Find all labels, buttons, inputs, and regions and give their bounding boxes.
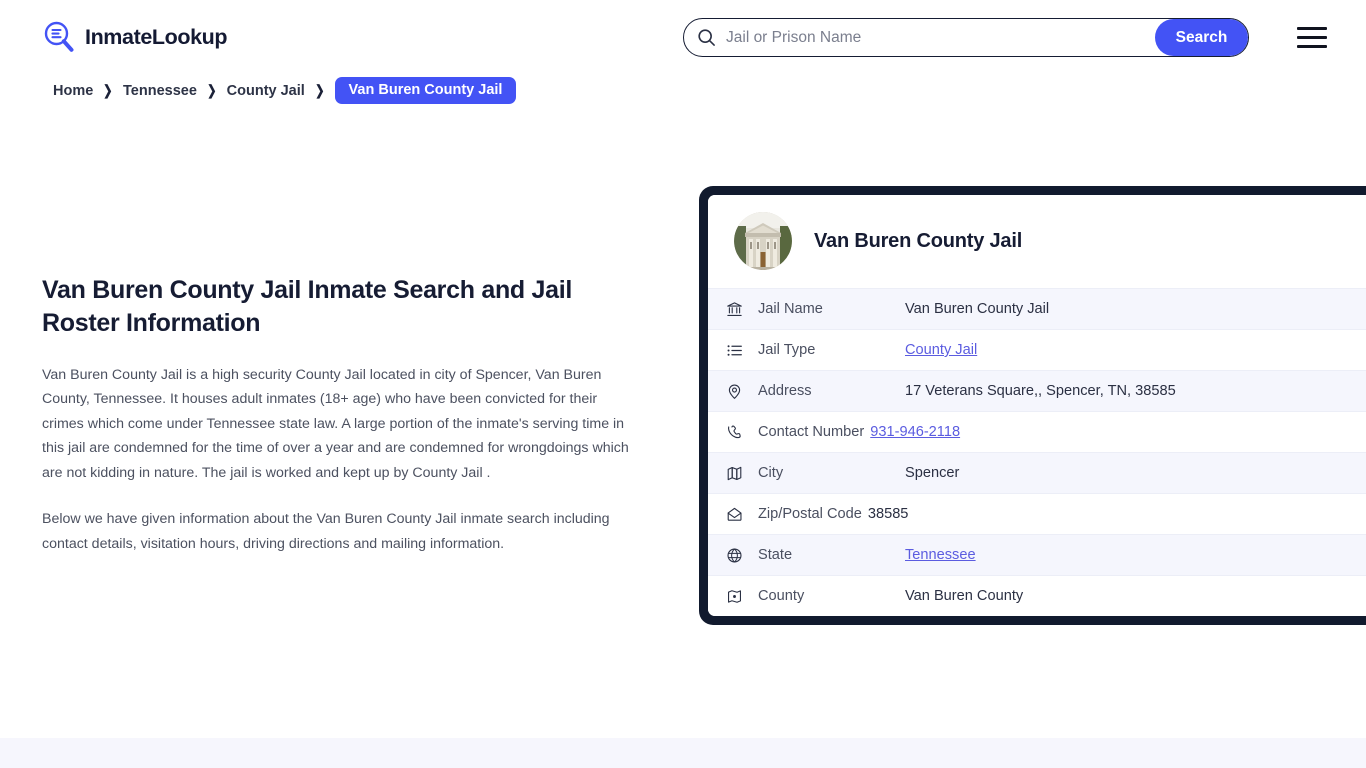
breadcrumb-item-van-buren-county-jail: Van Buren County Jail — [334, 77, 517, 104]
row-label: State — [758, 547, 793, 563]
hamburger-line — [1297, 35, 1327, 40]
table-row: Address 17 Veterans Square,, Spencer, TN,… — [708, 370, 1366, 411]
table-row: Contact Number 931-946-2118 — [708, 411, 1366, 452]
breadcrumb-item-county-jail[interactable]: County Jail — [227, 83, 305, 99]
row-label: Address — [758, 383, 812, 399]
row-label: County — [758, 588, 805, 604]
breadcrumb-item-tennessee[interactable]: Tennessee — [123, 83, 197, 99]
row-value: 38585 — [867, 506, 909, 522]
jail-info-card-header: Van Buren County Jail — [708, 195, 1366, 288]
breadcrumb-separator-icon: ❯ — [103, 82, 113, 98]
table-row: Jail Name Van Buren County Jail — [708, 288, 1366, 329]
row-value-link[interactable]: County Jail — [905, 342, 977, 358]
hamburger-line — [1297, 27, 1327, 31]
table-row: State Tennessee — [708, 534, 1366, 575]
row-value[interactable]: Tennessee — [905, 547, 976, 563]
courthouse-photo-avatar — [734, 212, 792, 270]
magnifier-list-logo-icon — [42, 20, 76, 54]
description-paragraph-1: Van Buren County Jail is a high security… — [42, 367, 629, 481]
hamburger-menu-icon[interactable] — [1297, 27, 1327, 48]
map-pin-icon — [726, 383, 743, 400]
jail-info-card-inner: Van Buren County Jail Jail Name Van Buren… — [708, 195, 1366, 616]
envelope-icon — [726, 506, 743, 523]
row-value: Van Buren County Jail — [905, 301, 1050, 317]
row-label: Zip/Postal Code — [758, 506, 862, 522]
row-label: City — [758, 465, 784, 481]
search-button[interactable]: Search — [1155, 19, 1248, 56]
row-value[interactable]: County Jail — [905, 342, 977, 358]
hamburger-line — [1297, 44, 1327, 48]
county-map-icon — [726, 588, 743, 605]
bank-icon — [726, 301, 743, 318]
jail-details-table: Jail Name Van Buren County Jail Jail Type C… — [708, 288, 1366, 616]
search-bar: Search — [683, 18, 1249, 57]
globe-icon — [726, 547, 743, 564]
row-label: Jail Type — [758, 342, 816, 358]
search-input[interactable] — [716, 19, 1155, 56]
brand-name: InmateLookup — [85, 24, 228, 49]
row-value[interactable]: 931-946-2118 — [870, 424, 960, 440]
jail-info-card: Van Buren County Jail Jail Name Van Buren… — [699, 186, 1366, 625]
breadcrumb-separator-icon: ❯ — [314, 82, 325, 98]
main-content-column: Van Buren County Jail Inmate Search and … — [42, 274, 642, 556]
breadcrumb-item-home[interactable]: Home — [53, 83, 93, 99]
map-icon — [726, 465, 743, 482]
table-row: Jail Type County Jail — [708, 329, 1366, 370]
description-paragraph-2: Below we have given information about th… — [42, 511, 610, 552]
site-header: InmateLookup Search — [0, 0, 1366, 74]
brand-logo-link[interactable]: InmateLookup — [42, 20, 228, 54]
breadcrumb: Home ❯ Tennessee ❯ County Jail ❯ Van Buren Cou… — [53, 77, 517, 104]
page-title: Van Buren County Jail Inmate Search and … — [42, 276, 573, 337]
row-value-link[interactable]: 931-946-2118 — [870, 424, 960, 440]
row-value: Van Buren County — [905, 588, 1024, 604]
row-value: 17 Veterans Square,, Spencer, TN, 38585 — [905, 383, 1176, 399]
page-bottom-band — [0, 738, 1366, 768]
breadcrumb-separator-icon: ❯ — [207, 82, 217, 98]
search-icon — [697, 28, 716, 47]
list-icon — [726, 342, 743, 359]
jail-card-title: Van Buren County Jail — [814, 229, 1023, 252]
table-row: City Spencer — [708, 452, 1366, 493]
table-row: Zip/Postal Code 38585 — [708, 493, 1366, 534]
row-label: Jail Name — [758, 301, 823, 317]
row-value: Spencer — [905, 465, 960, 481]
row-label: Contact Number — [758, 424, 865, 440]
phone-icon — [726, 424, 743, 441]
row-value-link[interactable]: Tennessee — [905, 547, 976, 563]
table-row: County Van Buren County — [708, 575, 1366, 616]
